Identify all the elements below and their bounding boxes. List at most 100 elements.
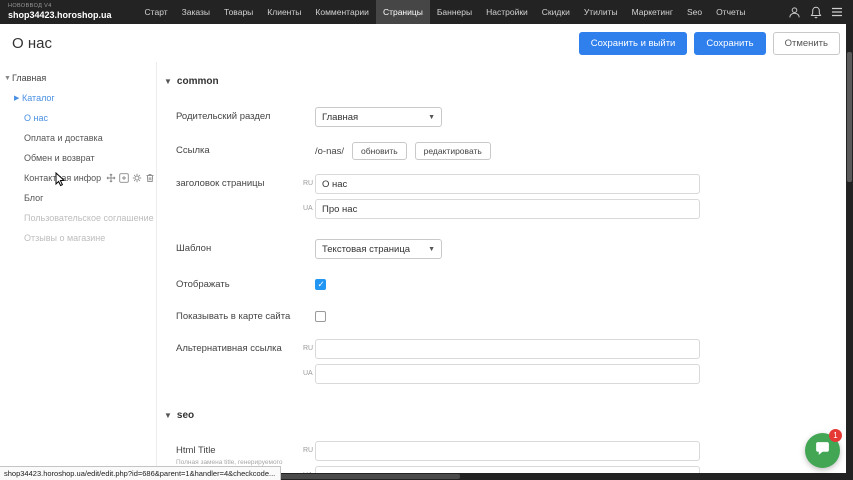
page-title-ua-input[interactable] xyxy=(315,199,700,219)
browser-status-url: shop34423.horoshop.ua/edit/edit.php?id=6… xyxy=(0,466,281,480)
sidebar-item-glavnaya[interactable]: ▼ Главная xyxy=(0,68,156,88)
sidebar-item-o-nas[interactable]: О нас xyxy=(0,108,156,128)
parent-section-value: Главная xyxy=(322,112,358,123)
sidebar-item-kontaktnaya-info[interactable]: Контактная инфор xyxy=(0,168,156,188)
page-title-ru-input[interactable] xyxy=(315,174,700,194)
page-title-field-label: заголовок страницы xyxy=(176,174,303,190)
sidebar-item-oplata-dostavka[interactable]: Оплата и доставка xyxy=(0,128,156,148)
alt-link-ru-input[interactable] xyxy=(315,339,700,359)
topbar-icons xyxy=(788,6,853,19)
page-header: О нас Сохранить и выйти Сохранить Отмени… xyxy=(0,24,846,62)
chat-launcher-button[interactable]: 1 xyxy=(805,433,840,468)
chevron-down-icon: ▼ xyxy=(164,411,172,420)
shop-logo[interactable]: НОВОВВОД V4 shop34423.horoshop.ua xyxy=(8,4,112,20)
page-title: О нас xyxy=(12,35,52,52)
chevron-down-icon: ▼ xyxy=(428,114,435,121)
header-buttons: Сохранить и выйти Сохранить Отменить xyxy=(579,32,840,55)
nav-marketing[interactable]: Маркетинг xyxy=(625,0,680,24)
trash-icon[interactable] xyxy=(145,173,155,183)
alt-link-row: Альтернативная ссылка RU UA xyxy=(176,339,846,384)
gear-icon[interactable] xyxy=(132,173,142,183)
cancel-button[interactable]: Отменить xyxy=(773,32,840,55)
nav-utilities[interactable]: Утилиты xyxy=(577,0,625,24)
chat-unread-badge: 1 xyxy=(829,429,842,442)
parent-section-row: Родительский раздел Главная ▼ xyxy=(176,107,846,127)
tree-item-label: Оплата и доставка xyxy=(24,133,103,143)
save-button[interactable]: Сохранить xyxy=(694,32,765,55)
link-value: /o-nas/ xyxy=(315,146,344,157)
vertical-scrollbar-thumb[interactable] xyxy=(847,52,852,182)
tree-item-label: Каталог xyxy=(22,93,55,103)
template-label: Шаблон xyxy=(176,239,303,255)
vertical-scrollbar[interactable] xyxy=(846,24,853,480)
menu-hamburger-icon[interactable] xyxy=(831,7,843,17)
sitemap-label: Показывать в карте сайта xyxy=(176,307,303,323)
tree-item-label: Обмен и возврат xyxy=(24,153,95,163)
chevron-right-icon[interactable]: ▶ xyxy=(14,94,22,102)
nav-products[interactable]: Товары xyxy=(217,0,260,24)
tree-item-label: О нас xyxy=(24,113,48,123)
display-label: Отображать xyxy=(176,275,303,291)
nav-discounts[interactable]: Скидки xyxy=(535,0,577,24)
lang-ua-tag: UA xyxy=(303,364,315,384)
html-title-ua-input[interactable] xyxy=(315,466,700,473)
chevron-down-icon: ▼ xyxy=(428,246,435,253)
chevron-down-icon[interactable]: ▼ xyxy=(4,75,12,82)
sidebar-item-otzyvy[interactable]: Отзывы о магазине xyxy=(0,228,156,248)
nav-orders[interactable]: Заказы xyxy=(175,0,217,24)
lang-ua-tag: UA xyxy=(303,466,315,473)
display-checkbox[interactable] xyxy=(315,279,326,290)
sitemap-row: Показывать в карте сайта xyxy=(176,307,846,323)
alt-link-label: Альтернативная ссылка xyxy=(176,339,303,355)
move-icon[interactable] xyxy=(106,173,116,183)
nav-banners[interactable]: Баннеры xyxy=(430,0,479,24)
tree-row-actions xyxy=(106,173,155,183)
sidebar-item-obmen-vozvrat[interactable]: Обмен и возврат xyxy=(0,148,156,168)
lang-ru-tag: RU xyxy=(303,339,315,359)
nav-start[interactable]: Старт xyxy=(138,0,175,24)
notifications-bell-icon[interactable] xyxy=(810,6,822,19)
sidebar-item-soglashenie[interactable]: Пользовательское соглашение xyxy=(0,208,156,228)
section-seo[interactable]: ▼ seo xyxy=(164,410,846,421)
nav-reports[interactable]: Отчеты xyxy=(709,0,752,24)
plan-label: НОВОВВОД V4 xyxy=(8,4,112,10)
template-select[interactable]: Текстовая страница ▼ xyxy=(315,239,442,259)
section-common-label: common xyxy=(177,76,219,87)
page-edit-form: ▼ common Родительский раздел Главная ▼ С… xyxy=(158,62,846,473)
lang-ua-tag: UA xyxy=(303,199,315,219)
nav-pages[interactable]: Страницы xyxy=(376,0,430,24)
link-edit-button[interactable]: редактировать xyxy=(415,142,491,160)
sidebar-item-blog[interactable]: Блог xyxy=(0,188,156,208)
display-row: Отображать xyxy=(176,275,846,291)
parent-section-select[interactable]: Главная ▼ xyxy=(315,107,442,127)
chevron-down-icon: ▼ xyxy=(164,77,172,86)
tree-item-label: Контактная инфор xyxy=(24,173,101,183)
sidebar-item-katalog[interactable]: ▶ Каталог xyxy=(0,88,156,108)
sitemap-checkbox[interactable] xyxy=(315,311,326,322)
html-title-ru-input[interactable] xyxy=(315,441,700,461)
link-label: Ссылка xyxy=(176,141,303,157)
tree-item-label: Отзывы о магазине xyxy=(24,233,105,243)
nav-settings[interactable]: Настройки xyxy=(479,0,535,24)
main-nav: Старт Заказы Товары Клиенты Комментарии … xyxy=(138,0,753,24)
nav-clients[interactable]: Клиенты xyxy=(260,0,308,24)
lang-ru-tag: RU xyxy=(303,441,315,461)
template-value: Текстовая страница xyxy=(322,244,410,255)
nav-seo[interactable]: Seo xyxy=(680,0,709,24)
chat-bubble-icon xyxy=(814,440,831,462)
section-common[interactable]: ▼ common xyxy=(164,76,846,87)
html-title-label: Html Title Полная замена title, генериру… xyxy=(176,441,303,467)
tree-item-label: Блог xyxy=(24,193,43,203)
save-and-exit-button[interactable]: Сохранить и выйти xyxy=(579,32,688,55)
nav-comments[interactable]: Комментарии xyxy=(308,0,376,24)
topbar: НОВОВВОД V4 shop34423.horoshop.ua Старт … xyxy=(0,0,853,24)
alt-link-ua-input[interactable] xyxy=(315,364,700,384)
page-title-row: заголовок страницы RU UA xyxy=(176,174,846,219)
link-refresh-button[interactable]: обновить xyxy=(352,142,407,160)
user-icon[interactable] xyxy=(788,6,801,19)
add-page-icon[interactable] xyxy=(119,173,129,183)
lang-ru-tag: RU xyxy=(303,174,315,194)
html-title-label-text: Html Title xyxy=(176,445,303,457)
tree-item-label: Главная xyxy=(12,73,46,83)
tree-item-label: Пользовательское соглашение xyxy=(24,213,154,223)
